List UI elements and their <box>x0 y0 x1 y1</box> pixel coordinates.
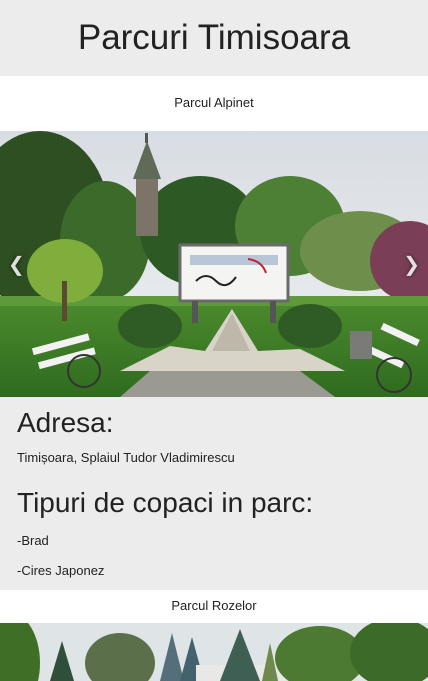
park-image-carousel[interactable]: ❮ ❯ <box>0 131 428 397</box>
park-image-carousel[interactable] <box>0 623 428 681</box>
address-heading: Adresa: <box>17 407 114 438</box>
address-text: Timișoara, Splaiul Tudor Vladimirescu <box>17 450 235 465</box>
park-photo <box>0 623 428 681</box>
park-name[interactable]: Parcul Rozelor <box>0 598 428 613</box>
chevron-left-icon[interactable]: ❮ <box>8 252 25 276</box>
park-photo <box>0 131 428 397</box>
park-name[interactable]: Parcul Alpinet <box>0 95 428 110</box>
chevron-right-icon[interactable]: ❯ <box>403 252 420 276</box>
tree-item: -Cires Japonez <box>17 563 105 578</box>
tree-item: -Brad <box>17 533 49 548</box>
page-title: Parcuri Timisoara <box>77 18 351 57</box>
park-info-panel: Adresa: Timișoara, Splaiul Tudor Vladimi… <box>0 397 428 590</box>
page-header: Parcuri Timisoara <box>0 0 428 76</box>
trees-heading: Tipuri de copaci in parc: <box>17 487 314 518</box>
